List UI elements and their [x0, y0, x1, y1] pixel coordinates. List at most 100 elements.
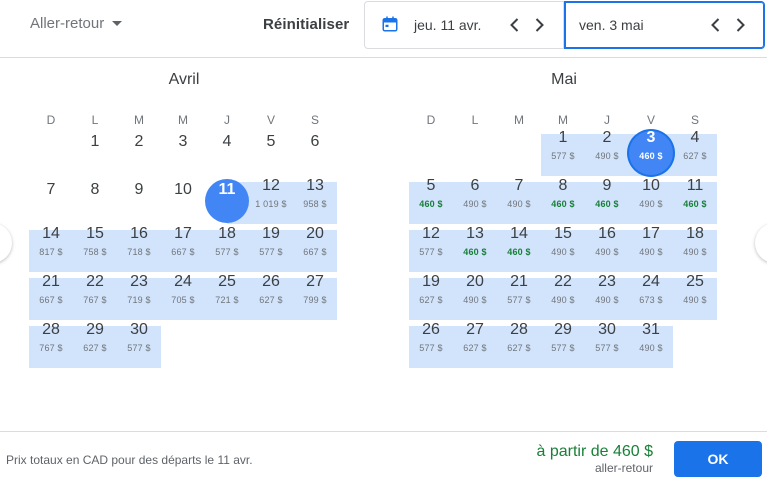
day-number: 10: [642, 177, 660, 194]
day-number: 21: [510, 273, 528, 290]
calendar-day[interactable]: 2 490 $: [585, 129, 629, 177]
calendar-day[interactable]: 17 667 $: [161, 225, 205, 273]
departure-date-field[interactable]: jeu. 11 avr.: [364, 1, 564, 49]
calendar-day[interactable]: 15 490 $: [541, 225, 585, 273]
calendar-day[interactable]: 8: [73, 177, 117, 225]
calendar-day[interactable]: 5 460 $: [409, 177, 453, 225]
calendar-day[interactable]: 20 667 $: [293, 225, 337, 273]
calendar-day[interactable]: 29 577 $: [541, 321, 585, 369]
calendar-day[interactable]: 20 490 $: [453, 273, 497, 321]
calendar-day[interactable]: 8 460 $: [541, 177, 585, 225]
calendar-day[interactable]: 1 577 $: [541, 129, 585, 177]
day-number: 11: [218, 181, 236, 198]
day-number: 10: [174, 181, 192, 198]
day-number: 5: [266, 133, 276, 150]
calendar-day[interactable]: 3: [161, 129, 205, 177]
calendar-day[interactable]: 7: [29, 177, 73, 225]
return-date-field[interactable]: ven. 3 mai: [564, 1, 765, 49]
day-price: 577 $: [551, 151, 575, 161]
calendar-day[interactable]: 23 719 $: [117, 273, 161, 321]
calendar-day[interactable]: 24 673 $: [629, 273, 673, 321]
calendar-day[interactable]: 29 627 $: [73, 321, 117, 369]
calendar-day[interactable]: 31 490 $: [629, 321, 673, 369]
calendar-day[interactable]: 9 460 $: [585, 177, 629, 225]
calendar-day[interactable]: 28 627 $: [497, 321, 541, 369]
calendar-day[interactable]: 10 490 $: [629, 177, 673, 225]
day-number: 3: [646, 129, 656, 146]
day-number: 25: [218, 273, 236, 290]
calendar-day[interactable]: 27 799 $: [293, 273, 337, 321]
calendar-day[interactable]: 15 758 $: [73, 225, 117, 273]
calendar-day[interactable]: 30 577 $: [117, 321, 161, 369]
chevron-right-icon[interactable]: [529, 15, 549, 35]
calendar-day[interactable]: 23 490 $: [585, 273, 629, 321]
calendar-day[interactable]: 9: [117, 177, 161, 225]
next-month-button[interactable]: [755, 223, 767, 263]
calendar-day[interactable]: 13 958 $: [293, 177, 337, 225]
day-number: 21: [42, 273, 60, 290]
calendar-day[interactable]: 11 460 $: [673, 177, 717, 225]
calendar-day[interactable]: 12 1 019 $: [249, 177, 293, 225]
previous-month-button[interactable]: [0, 223, 12, 263]
ok-button[interactable]: OK: [674, 441, 762, 477]
calendar-day[interactable]: 18 577 $: [205, 225, 249, 273]
day-price: 490 $: [507, 199, 531, 209]
calendar-day[interactable]: 18 490 $: [673, 225, 717, 273]
calendar-day[interactable]: 10: [161, 177, 205, 225]
calendar-day[interactable]: 3 460 $: [629, 129, 673, 177]
day-price: 490 $: [463, 199, 487, 209]
day-number: 12: [422, 225, 440, 242]
day-price: 490 $: [595, 295, 619, 305]
calendar-day[interactable]: 21 577 $: [497, 273, 541, 321]
day-number: 29: [86, 321, 104, 338]
calendar-day[interactable]: 26 627 $: [249, 273, 293, 321]
calendar-day[interactable]: 14 817 $: [29, 225, 73, 273]
calendar-day[interactable]: 16 490 $: [585, 225, 629, 273]
calendar-day[interactable]: 7 490 $: [497, 177, 541, 225]
calendar-day[interactable]: 4: [205, 129, 249, 177]
calendar-day[interactable]: 6: [293, 129, 337, 177]
calendar-day[interactable]: 12 577 $: [409, 225, 453, 273]
calendar-day[interactable]: 1: [73, 129, 117, 177]
calendar-day[interactable]: 19 627 $: [409, 273, 453, 321]
calendar-day[interactable]: 27 627 $: [453, 321, 497, 369]
weekday-label: J: [224, 113, 230, 127]
calendar-day[interactable]: 2: [117, 129, 161, 177]
calendar-day[interactable]: 13 460 $: [453, 225, 497, 273]
calendar-day[interactable]: 5: [249, 129, 293, 177]
day-price: 767 $: [39, 343, 63, 353]
day-price: 673 $: [639, 295, 663, 305]
calendar-day[interactable]: 28 767 $: [29, 321, 73, 369]
calendar-day[interactable]: 6 490 $: [453, 177, 497, 225]
calendar-day[interactable]: 26 577 $: [409, 321, 453, 369]
calendar-day[interactable]: 24 705 $: [161, 273, 205, 321]
trip-type-dropdown[interactable]: Aller-retour: [30, 15, 123, 32]
chevron-right-icon[interactable]: [730, 15, 750, 35]
weekday-label: L: [471, 113, 479, 127]
calendar-day[interactable]: 17 490 $: [629, 225, 673, 273]
calendar-day[interactable]: 21 667 $: [29, 273, 73, 321]
day-price: 460 $: [551, 199, 575, 209]
calendar-day[interactable]: 11: [205, 177, 249, 225]
day-number: 24: [174, 273, 192, 290]
calendar-day[interactable]: 14 460 $: [497, 225, 541, 273]
day-number: 7: [46, 181, 56, 198]
day-number: 27: [466, 321, 484, 338]
day-number: 30: [130, 321, 148, 338]
day-price: 719 $: [127, 295, 151, 305]
reset-button[interactable]: Réinitialiser: [263, 16, 349, 33]
day-number: 15: [554, 225, 572, 242]
chevron-left-icon[interactable]: [505, 15, 525, 35]
calendar-day[interactable]: 25 721 $: [205, 273, 249, 321]
calendar-day[interactable]: 22 490 $: [541, 273, 585, 321]
day-price: 627 $: [419, 295, 443, 305]
calendar-day[interactable]: 19 577 $: [249, 225, 293, 273]
calendar-day[interactable]: 25 490 $: [673, 273, 717, 321]
calendar-day[interactable]: 22 767 $: [73, 273, 117, 321]
calendar-day[interactable]: 16 718 $: [117, 225, 161, 273]
chevron-left-icon[interactable]: [706, 15, 726, 35]
calendar-day[interactable]: 30 577 $: [585, 321, 629, 369]
weekday-label: V: [266, 113, 275, 127]
day-price: 799 $: [303, 295, 327, 305]
calendar-day[interactable]: 4 627 $: [673, 129, 717, 177]
